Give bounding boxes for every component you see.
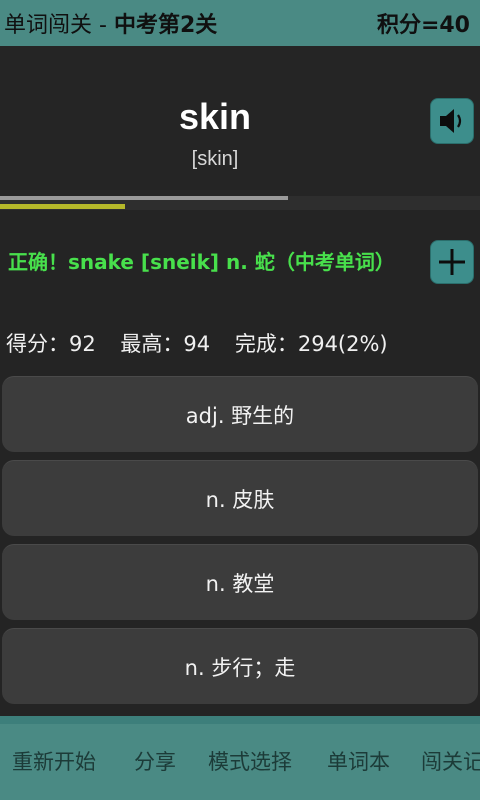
- level-name: 中考第2关: [113, 13, 218, 38]
- completed-count: 完成：294(2%): [234, 332, 388, 356]
- menu-restart[interactable]: 重新开始: [12, 746, 96, 776]
- menu-share[interactable]: 分享: [134, 746, 176, 776]
- word-area: skin [skin]: [0, 46, 480, 196]
- question-phonetic: [skin]: [191, 148, 239, 170]
- menu-divider: [0, 716, 480, 724]
- best-score: 最高：94: [120, 332, 211, 356]
- app-title: 单词闯关 - 中考第2关: [4, 7, 217, 39]
- progress-fill: [0, 204, 125, 209]
- menu-level-record[interactable]: 闯关记录: [421, 746, 480, 776]
- app-screen: 单词闯关 - 中考第2关 积分=40 skin [skin] 正确！snake …: [0, 0, 480, 800]
- bottom-menu: 重新开始 分享 模式选择 单词本 闯关记录: [0, 724, 480, 800]
- answer-option-1[interactable]: adj. 野生的: [2, 376, 478, 452]
- menu-wordbook[interactable]: 单词本: [327, 746, 390, 776]
- answer-feedback: 正确！snake [sneik] n. 蛇（中考单词）: [8, 250, 395, 274]
- question-word: skin: [178, 96, 252, 137]
- answer-option-3[interactable]: n. 教堂: [2, 544, 478, 620]
- score-display: 积分=40: [376, 13, 470, 38]
- answer-option-4[interactable]: n. 步行；走: [2, 628, 478, 704]
- plus-icon: [439, 249, 465, 275]
- menu-mode-select[interactable]: 模式选择: [208, 746, 292, 776]
- answer-option-2[interactable]: n. 皮肤: [2, 460, 478, 536]
- score-stats: 得分：92 最高：94 完成：294(2%): [6, 328, 406, 358]
- progress-secondary: [0, 196, 288, 200]
- progress-bar: [0, 196, 480, 210]
- current-score: 得分：92: [6, 332, 96, 356]
- app-title-text: 单词闯关 -: [4, 13, 114, 38]
- pronounce-button[interactable]: [430, 98, 474, 144]
- speaker-icon: [440, 109, 462, 133]
- add-to-wordbook-button[interactable]: [430, 240, 474, 284]
- title-bar: 单词闯关 - 中考第2关 积分=40: [0, 0, 480, 46]
